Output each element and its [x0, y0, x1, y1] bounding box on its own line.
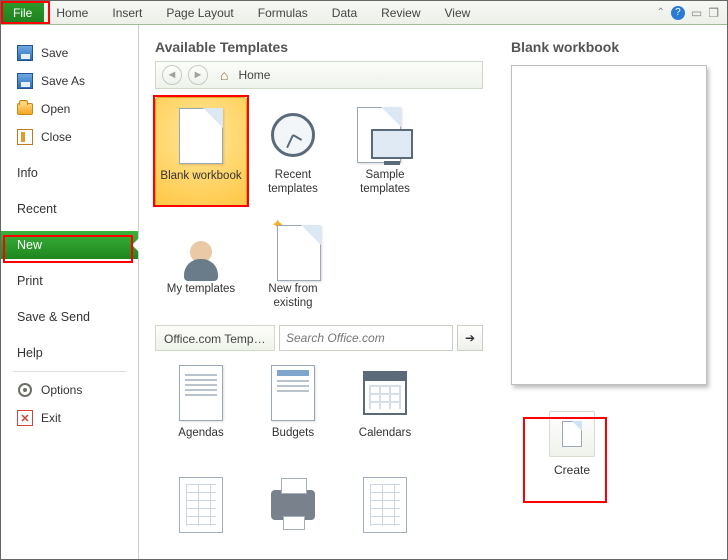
- sidebar-help[interactable]: Help: [1, 339, 138, 367]
- save-icon: [17, 45, 33, 61]
- save-as-icon: [17, 73, 33, 89]
- ribbon-tab-pagelayout[interactable]: Page Layout: [154, 1, 245, 24]
- sidebar-save-as[interactable]: Save As: [1, 67, 138, 95]
- templates-row-2: My templates New from existing: [155, 211, 483, 319]
- template-budgets[interactable]: Budgets: [247, 355, 339, 463]
- doc-icon: [169, 473, 233, 537]
- ribbon-tab-view[interactable]: View: [433, 1, 483, 24]
- sidebar-print[interactable]: Print: [1, 267, 138, 295]
- create-page-icon: [562, 421, 582, 447]
- ribbon-tab-home[interactable]: Home: [44, 1, 100, 24]
- close-icon: [17, 129, 33, 145]
- ribbon-tab-review[interactable]: Review: [369, 1, 432, 24]
- sidebar-recent[interactable]: Recent: [1, 195, 138, 223]
- blank-workbook-icon: [169, 104, 233, 168]
- create-label: Create: [554, 463, 590, 477]
- sidebar-exit[interactable]: ✕Exit: [1, 404, 138, 432]
- office-search-go-button[interactable]: ➔: [457, 325, 483, 351]
- office-search-input[interactable]: [279, 325, 453, 351]
- new-from-existing-icon: [261, 217, 325, 281]
- ribbon-tab-file[interactable]: File: [1, 1, 44, 24]
- open-icon: [17, 101, 33, 117]
- nav-back-button[interactable]: ◄: [162, 65, 182, 85]
- sidebar-info[interactable]: Info: [1, 159, 138, 187]
- template-partial-2[interactable]: [247, 467, 339, 555]
- home-icon[interactable]: ⌂: [220, 67, 228, 83]
- template-agendas[interactable]: Agendas: [155, 355, 247, 463]
- sample-templates-icon: [353, 103, 417, 167]
- template-partial-3[interactable]: [339, 467, 431, 555]
- templates-nav: ◄ ► ⌂ Home: [155, 61, 483, 89]
- templates-heading: Available Templates: [155, 39, 483, 55]
- table-icon: [353, 473, 417, 537]
- sidebar-save-send[interactable]: Save & Send: [1, 303, 138, 331]
- sidebar-new[interactable]: New: [1, 231, 138, 259]
- agendas-icon: [169, 361, 233, 425]
- ribbon-tab-insert[interactable]: Insert: [100, 1, 154, 24]
- templates-panel: Available Templates ◄ ► ⌂ Home Blank wor…: [139, 25, 495, 559]
- nav-forward-button[interactable]: ►: [188, 65, 208, 85]
- ribbon-tab-formulas[interactable]: Formulas: [246, 1, 320, 24]
- template-sample-templates[interactable]: Sample templates: [339, 97, 431, 207]
- office-com-row: Office.com Templ… ➔: [155, 325, 483, 351]
- backstage-sidebar: Save Save As Open Close Info Recent New …: [1, 25, 139, 559]
- calendars-icon: [353, 361, 417, 425]
- template-recent-templates[interactable]: Recent templates: [247, 97, 339, 207]
- preview-heading: Blank workbook: [511, 39, 711, 55]
- sidebar-options[interactable]: Options: [1, 376, 138, 404]
- template-calendars[interactable]: Calendars: [339, 355, 431, 463]
- fax-icon: [261, 473, 325, 537]
- sidebar-open[interactable]: Open: [1, 95, 138, 123]
- templates-row-3: Agendas Budgets Calendars: [155, 355, 483, 463]
- ribbon: File Home Insert Page Layout Formulas Da…: [1, 1, 727, 25]
- minimize-window-icon[interactable]: ▭: [691, 6, 702, 20]
- office-com-label: Office.com Templ…: [155, 325, 275, 351]
- sidebar-close[interactable]: Close: [1, 123, 138, 151]
- template-new-from-existing[interactable]: New from existing: [247, 211, 339, 319]
- templates-row-1: Blank workbook Recent templates Sample t…: [155, 97, 483, 207]
- help-icon[interactable]: ?: [671, 6, 685, 20]
- template-blank-workbook[interactable]: Blank workbook: [155, 97, 247, 207]
- options-icon: [17, 382, 33, 398]
- sidebar-divider: [13, 371, 126, 372]
- recent-templates-icon: [261, 103, 325, 167]
- templates-row-4: [155, 467, 483, 555]
- breadcrumb-home[interactable]: Home: [238, 68, 270, 82]
- preview-panel: Blank workbook Create: [495, 25, 727, 559]
- template-partial-1[interactable]: [155, 467, 247, 555]
- my-templates-icon: [169, 217, 233, 281]
- ribbon-caret-icon[interactable]: ⌃: [657, 7, 665, 18]
- ribbon-tab-data[interactable]: Data: [320, 1, 369, 24]
- preview-document: [511, 65, 707, 385]
- sidebar-save[interactable]: Save: [1, 39, 138, 67]
- create-button[interactable]: [549, 411, 595, 457]
- restore-window-icon[interactable]: ❐: [708, 6, 719, 20]
- budgets-icon: [261, 361, 325, 425]
- exit-icon: ✕: [17, 410, 33, 426]
- template-my-templates[interactable]: My templates: [155, 211, 247, 319]
